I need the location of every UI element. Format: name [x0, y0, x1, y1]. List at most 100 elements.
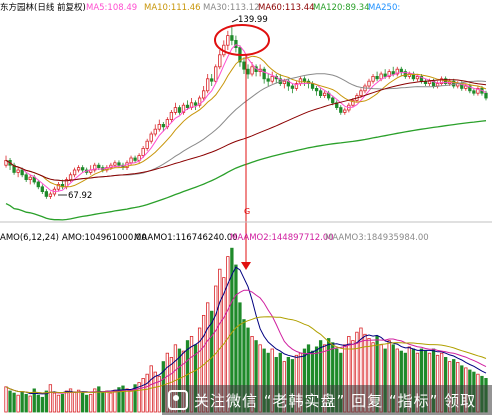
volume-bar [76, 389, 81, 413]
ma60-label: MA60:113.44 [258, 3, 315, 13]
candle-body [28, 176, 32, 180]
volume-bar [8, 390, 12, 413]
volume-bar [24, 393, 28, 413]
candle-body [185, 104, 190, 108]
candle-body [242, 61, 246, 70]
ma120-label: MA120:89.34 [313, 3, 370, 13]
volume-bar [129, 390, 133, 413]
candle-body [218, 54, 222, 68]
candle-body [113, 162, 117, 166]
watermark-banner: 关注微信 “老韩实盘” 回复 “指标” 领取 [162, 385, 492, 415]
candle-body [117, 162, 121, 166]
stock-chart: 东方园林(日线 前复权) MA5:108.49 MA10:111.46 MA30… [0, 0, 492, 415]
candle-body [391, 71, 395, 75]
candle-body [145, 140, 149, 149]
candle-body [399, 68, 403, 72]
candle-body [193, 102, 198, 106]
volume-bar [97, 386, 101, 413]
candle-body [210, 78, 214, 82]
volume-bar [89, 393, 93, 413]
candle-body [318, 90, 323, 97]
volume-bar [12, 392, 16, 413]
candle-body [97, 164, 101, 168]
candle-body [201, 90, 206, 99]
candle-body [310, 83, 315, 89]
candle-body [226, 35, 230, 46]
candle-body [68, 174, 73, 181]
candle-body [322, 92, 327, 96]
volume-bar [4, 386, 8, 413]
candle-body [44, 191, 49, 197]
candle-body [302, 78, 307, 82]
candle-body [76, 167, 81, 171]
maamo3-label: MAAMO3:184935984.00 [325, 233, 429, 243]
candle-body [177, 107, 182, 113]
maamo1-label: MAAMO1:116746240.00 [134, 233, 238, 243]
volume-bar [40, 396, 44, 413]
chart-title: 东方园林(日线 前复权) [0, 2, 86, 13]
low-price-label: 67.92 [68, 191, 92, 201]
candle-body [133, 157, 137, 161]
ma10-label: MA10:111.46 [144, 3, 201, 13]
candle-body [270, 76, 274, 82]
candle-body [427, 80, 432, 84]
volume-bar [28, 395, 32, 413]
candle-body [157, 124, 161, 130]
candle-body [246, 68, 250, 75]
volume-bar [60, 393, 65, 413]
ma5-label: MA5:108.49 [86, 3, 137, 13]
volume-bar [113, 389, 117, 413]
volume-bar [36, 394, 40, 413]
high-price-label: 139.99 [238, 15, 268, 25]
maamo2-label: MAAMO2:144897712.00 [230, 233, 334, 243]
candle-body [290, 85, 295, 89]
volume-bar [20, 391, 24, 413]
candle-body [339, 107, 343, 113]
volume-bar [149, 365, 153, 413]
ma250-label: MA250: [368, 3, 400, 13]
candle-body [415, 76, 420, 80]
volume-bar [85, 394, 89, 413]
candle-body [464, 85, 468, 89]
volume-bar [48, 384, 53, 413]
volume-bar [16, 394, 20, 413]
volume-bar [109, 392, 113, 413]
volume-bar [145, 373, 149, 413]
candle-body [314, 88, 319, 92]
candle-body [331, 97, 335, 104]
candle-body [435, 83, 440, 87]
volume-bar [64, 390, 69, 413]
candle-body [40, 186, 44, 193]
candle-body [367, 80, 371, 87]
candle-body [173, 107, 178, 113]
volume-bar [105, 390, 109, 413]
candle-body [161, 124, 165, 128]
candle-body [80, 167, 85, 171]
candle-body [214, 66, 218, 82]
volume-bar [80, 392, 85, 413]
candle-body [359, 90, 363, 97]
candle-body [16, 169, 20, 173]
candle-body [379, 73, 383, 80]
candle-body [282, 80, 286, 84]
ma30-label: MA30:113.12 [203, 3, 260, 13]
candle-body [371, 76, 375, 82]
wechat-icon [168, 390, 188, 410]
volume-bar [52, 392, 57, 413]
volume-bar [56, 394, 61, 413]
candle-body [206, 78, 210, 92]
candle-body [141, 147, 145, 156]
candle-body [343, 109, 347, 113]
volume-bar [125, 388, 129, 413]
candle-body [383, 73, 387, 77]
g-marker-label: G [244, 207, 250, 216]
candle-body [72, 169, 77, 176]
candle-body [250, 66, 254, 75]
amo-title: AMO(6,12,24) [0, 233, 59, 243]
candle-body [262, 68, 266, 80]
candle-body [266, 78, 270, 82]
candle-body [234, 40, 238, 49]
watermark-text: 关注微信 “老韩实盘” 回复 “指标” 领取 [194, 391, 477, 410]
volume-bar [101, 391, 105, 413]
candle-body [230, 35, 234, 41]
